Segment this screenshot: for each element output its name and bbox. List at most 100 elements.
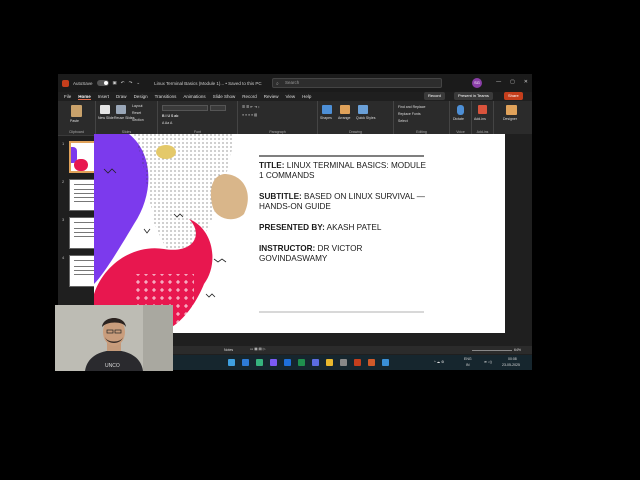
thumbnail-number: 2 bbox=[62, 179, 65, 184]
webcam-overlay: UNCO bbox=[55, 305, 173, 371]
status-bar: Notes ▭ ▦ ▤ ▷ 64% bbox=[172, 346, 532, 354]
select-button[interactable]: Select bbox=[398, 119, 408, 123]
avatar[interactable]: SG bbox=[472, 78, 482, 88]
font-group: B I U S ab A Aa A Font bbox=[158, 101, 238, 136]
reset-button[interactable]: Reset bbox=[132, 111, 141, 115]
record-button[interactable]: Record bbox=[424, 92, 445, 100]
app-icon[interactable] bbox=[368, 359, 375, 366]
arrange-label: Arrange bbox=[338, 116, 351, 120]
close-button[interactable]: ✕ bbox=[524, 79, 528, 85]
voice-group: Dictate Voice bbox=[450, 101, 472, 136]
font-format-buttons[interactable]: B I U S ab bbox=[162, 114, 178, 118]
teams-icon[interactable] bbox=[270, 359, 277, 366]
app-icon[interactable] bbox=[326, 359, 333, 366]
present-in-teams-button[interactable]: Present in Teams bbox=[454, 92, 493, 100]
app-icon[interactable] bbox=[382, 359, 389, 366]
arrange-icon[interactable] bbox=[340, 105, 350, 114]
tray-icons[interactable]: ^ ☁ ⚙ bbox=[434, 360, 444, 364]
thumbnail-number: 3 bbox=[62, 217, 65, 222]
title-label: TITLE: bbox=[259, 161, 285, 170]
tab-review[interactable]: Review bbox=[264, 94, 279, 99]
clock-date[interactable]: 23-05-2025 bbox=[502, 363, 520, 367]
addins-group: Add-ins Add-ins bbox=[472, 101, 494, 136]
paste-icon[interactable] bbox=[71, 105, 82, 117]
presented-by-text: AKASH PATEL bbox=[326, 223, 382, 232]
section-button[interactable]: Section bbox=[132, 118, 144, 122]
powerpoint-icon[interactable] bbox=[354, 359, 361, 366]
maximize-button[interactable]: ▢ bbox=[510, 79, 515, 85]
search-input[interactable]: ⌕ Search bbox=[272, 78, 442, 88]
microphone-icon[interactable] bbox=[457, 105, 464, 115]
tab-help[interactable]: Help bbox=[302, 94, 311, 99]
align-buttons[interactable]: ≡ ≡ ≡ ≡ ▥ bbox=[242, 113, 257, 117]
find-and-replace-button[interactable]: Find and Replace bbox=[398, 105, 425, 109]
document-title[interactable]: Linux Terminal Basics (Module 1)... • Sa… bbox=[154, 81, 262, 86]
clipboard-group-label: Clipboard bbox=[69, 130, 84, 134]
presented-by-line: PRESENTED BY: AKASH PATEL bbox=[259, 223, 431, 233]
reuse-slides-icon[interactable] bbox=[116, 105, 126, 114]
tab-design[interactable]: Design bbox=[134, 94, 148, 99]
ribbon-tabs: File Home Insert Draw Design Transitions… bbox=[58, 92, 532, 101]
font-color-buttons[interactable]: A Aa A bbox=[162, 121, 172, 125]
slides-group: New Slide Reuse Slides Layout Reset Sect… bbox=[96, 101, 158, 136]
editing-group: Find and Replace Replace Fonts Select Ed… bbox=[394, 101, 450, 136]
tab-slide-show[interactable]: Slide Show bbox=[213, 94, 236, 99]
replace-fonts-button[interactable]: Replace Fonts bbox=[398, 112, 421, 116]
clock-time[interactable]: 00:08 bbox=[508, 357, 517, 361]
shapes-icon[interactable] bbox=[322, 105, 332, 114]
tab-animations[interactable]: Animations bbox=[183, 94, 205, 99]
tab-insert[interactable]: Insert bbox=[98, 94, 109, 99]
thumbnail-number: 1 bbox=[62, 141, 65, 146]
svg-text:UNCO: UNCO bbox=[105, 363, 120, 369]
zoom-slider[interactable] bbox=[472, 350, 512, 351]
share-button[interactable]: Share bbox=[504, 92, 523, 100]
settings-icon[interactable] bbox=[340, 359, 347, 366]
app-icon[interactable] bbox=[256, 359, 263, 366]
addins-icon[interactable] bbox=[478, 105, 487, 114]
subtitle-label: SUBTITLE: bbox=[259, 192, 302, 201]
font-size-field[interactable] bbox=[210, 105, 226, 111]
language-region[interactable]: IN bbox=[466, 363, 470, 367]
language-indicator[interactable]: ENG bbox=[464, 357, 472, 361]
network-volume-icons[interactable]: ≋ ◁) bbox=[484, 360, 492, 364]
tab-file[interactable]: File bbox=[64, 94, 71, 99]
notes-button[interactable]: Notes bbox=[224, 348, 233, 352]
addins-label: Add-ins bbox=[474, 117, 486, 121]
minimize-button[interactable]: — bbox=[496, 79, 501, 85]
tan-blob-shape bbox=[210, 174, 248, 220]
app-icon[interactable] bbox=[312, 359, 319, 366]
title-line: TITLE: LINUX TERMINAL BASICS: MODULE 1 C… bbox=[259, 161, 431, 180]
designer-group: Designer bbox=[494, 101, 532, 136]
zoom-level[interactable]: 64% bbox=[514, 348, 521, 352]
search-placeholder: Search bbox=[285, 80, 300, 85]
clipboard-group: Paste Clipboard bbox=[58, 101, 96, 136]
undo-icon[interactable]: ↶ bbox=[121, 80, 125, 86]
tab-transitions[interactable]: Transitions bbox=[155, 94, 177, 99]
edge-icon[interactable] bbox=[242, 359, 249, 366]
redo-icon[interactable]: ↷ bbox=[129, 80, 133, 86]
designer-icon[interactable] bbox=[506, 105, 517, 115]
dictate-label: Dictate bbox=[453, 117, 464, 121]
autosave-toggle[interactable] bbox=[96, 80, 109, 86]
tab-home[interactable]: Home bbox=[78, 94, 91, 100]
tab-record[interactable]: Record bbox=[242, 94, 257, 99]
slide-canvas[interactable]: TITLE: LINUX TERMINAL BASICS: MODULE 1 C… bbox=[94, 134, 505, 333]
presented-by-label: PRESENTED BY: bbox=[259, 223, 325, 232]
file-explorer-icon[interactable] bbox=[228, 359, 235, 366]
presenter-video: UNCO bbox=[55, 305, 173, 371]
autosave-label: AutoSave bbox=[73, 80, 93, 86]
save-icon[interactable]: ▣ bbox=[113, 80, 117, 86]
instructor-line: INSTRUCTOR: DR VICTOR GOVINDASWAMY bbox=[259, 244, 431, 263]
view-buttons[interactable]: ▭ ▦ ▤ ▷ bbox=[250, 347, 266, 351]
layout-button[interactable]: Layout bbox=[132, 104, 143, 108]
font-name-field[interactable] bbox=[162, 105, 208, 111]
tab-view[interactable]: View bbox=[285, 94, 295, 99]
list-buttons[interactable]: ☰ ☰ ⇤ ⇥ ↕ bbox=[242, 105, 260, 109]
excel-icon[interactable] bbox=[298, 359, 305, 366]
app-icon[interactable] bbox=[284, 359, 291, 366]
new-slide-icon[interactable] bbox=[100, 105, 110, 114]
search-icon: ⌕ bbox=[276, 81, 279, 87]
tab-draw[interactable]: Draw bbox=[116, 94, 127, 99]
quick-styles-icon[interactable] bbox=[358, 105, 368, 114]
customize-icon[interactable]: ⌄ bbox=[136, 80, 140, 86]
